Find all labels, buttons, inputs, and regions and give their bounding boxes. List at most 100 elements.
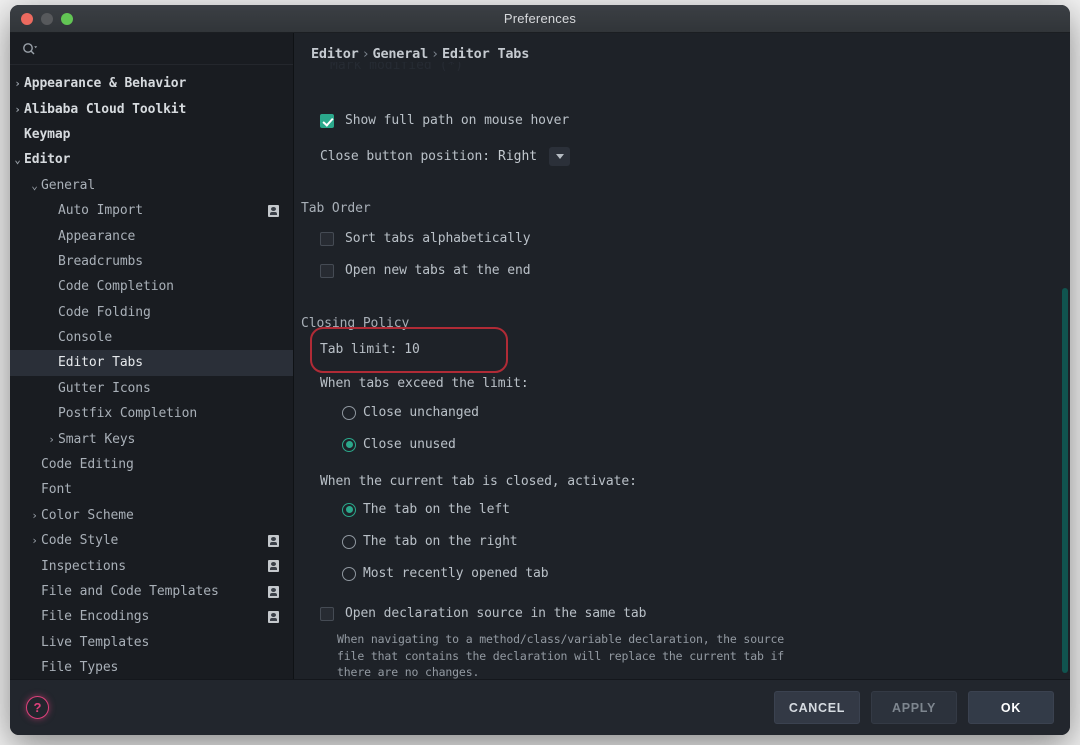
sidebar-item-editor[interactable]: ⌄Editor	[10, 147, 293, 172]
tab-limit-row[interactable]: Tab limit: 10	[320, 342, 420, 357]
help-icon[interactable]: ?	[26, 696, 49, 719]
sidebar-item-label: Appearance	[58, 229, 279, 244]
vertical-scrollbar[interactable]	[1062, 288, 1068, 673]
sidebar-item-file-encodings[interactable]: File Encodings	[10, 604, 293, 629]
close-button-position-row[interactable]: Close button position: Right	[320, 147, 570, 166]
sidebar-item-breadcrumbs[interactable]: Breadcrumbs	[10, 249, 293, 274]
sidebar-item-file-and-code-templates[interactable]: File and Code Templates	[10, 579, 293, 604]
search-input[interactable]	[46, 41, 281, 57]
tab-limit-label: Tab limit:	[320, 342, 397, 357]
ok-button[interactable]: OK	[968, 691, 1054, 724]
project-scope-icon	[268, 560, 279, 572]
most-recently-opened-row[interactable]: Most recently opened tab	[342, 566, 548, 581]
project-scope-icon	[268, 205, 279, 217]
minimize-button[interactable]	[41, 13, 53, 25]
sidebar-item-smart-keys[interactable]: ›Smart Keys	[10, 426, 293, 451]
most-recently-opened-radio[interactable]	[342, 567, 356, 581]
sidebar-item-font[interactable]: Font	[10, 477, 293, 502]
sidebar-item-file-types[interactable]: File Types	[10, 655, 293, 679]
sort-tabs-alphabetically-checkbox[interactable]	[320, 232, 334, 246]
sidebar-item-label: Live Templates	[41, 635, 279, 650]
sidebar-item-appearance-behavior[interactable]: ›Appearance & Behavior	[10, 71, 293, 96]
sidebar-item-label: Code Style	[41, 533, 268, 548]
open-new-tabs-at-end-label: Open new tabs at the end	[345, 263, 530, 278]
settings-scroll-area: Mark modified (*) Show full path on mous…	[294, 61, 1070, 679]
zoom-button[interactable]	[61, 13, 73, 25]
close-unused-radio[interactable]	[342, 438, 356, 452]
apply-button[interactable]: APPLY	[871, 691, 957, 724]
sidebar-item-gutter-icons[interactable]: Gutter Icons	[10, 376, 293, 401]
open-declaration-label: Open declaration source in the same tab	[345, 606, 646, 621]
sidebar-item-editor-tabs[interactable]: Editor Tabs	[10, 350, 293, 375]
chevron-right-icon[interactable]: ›	[11, 104, 24, 115]
clipped-row-above: Mark modified (*)	[330, 61, 463, 73]
sidebar-item-inspections[interactable]: Inspections	[10, 553, 293, 578]
close-unused-row[interactable]: Close unused	[342, 437, 456, 452]
close-unchanged-radio[interactable]	[342, 406, 356, 420]
open-declaration-row[interactable]: Open declaration source in the same tab	[320, 606, 646, 621]
dialog-footer: ? CANCEL APPLY OK	[10, 679, 1070, 735]
cancel-button[interactable]: CANCEL	[774, 691, 860, 724]
sidebar-item-general[interactable]: ⌄General	[10, 173, 293, 198]
breadcrumb-level-2[interactable]: General	[373, 46, 429, 62]
sidebar-item-alibaba-cloud-toolkit[interactable]: ›Alibaba Cloud Toolkit	[10, 96, 293, 121]
sidebar-item-label: Appearance & Behavior	[24, 76, 279, 91]
tab-limit-value[interactable]: 10	[404, 342, 419, 357]
chevron-right-icon[interactable]: ›	[28, 535, 41, 546]
close-button-position-dropdown[interactable]: Right	[498, 147, 570, 166]
open-new-tabs-at-end-checkbox[interactable]	[320, 264, 334, 278]
chevron-right-icon[interactable]: ›	[45, 434, 58, 445]
sidebar-item-label: Smart Keys	[58, 432, 279, 447]
chevron-down-icon[interactable]	[549, 147, 570, 166]
show-full-path-row[interactable]: Show full path on mouse hover	[320, 113, 569, 128]
breadcrumb-level-1[interactable]: Editor	[311, 46, 359, 62]
chevron-right-icon[interactable]: ›	[11, 78, 24, 89]
sidebar-item-auto-import[interactable]: Auto Import	[10, 198, 293, 223]
tab-on-right-radio[interactable]	[342, 535, 356, 549]
sidebar-item-label: Code Folding	[58, 305, 279, 320]
tab-on-left-radio[interactable]	[342, 503, 356, 517]
sort-tabs-alphabetically-row[interactable]: Sort tabs alphabetically	[320, 231, 530, 246]
close-unchanged-row[interactable]: Close unchanged	[342, 405, 479, 420]
most-recently-opened-label: Most recently opened tab	[363, 566, 548, 581]
settings-sidebar: ›Appearance & Behavior›Alibaba Cloud Too…	[10, 33, 294, 679]
settings-tree[interactable]: ›Appearance & Behavior›Alibaba Cloud Too…	[10, 65, 293, 679]
screenshot-root: Preferences ›Appearance & Behavior›Aliba…	[0, 0, 1080, 745]
tab-on-right-row[interactable]: The tab on the right	[342, 534, 518, 549]
breadcrumb-separator-2: ›	[428, 46, 442, 62]
sidebar-item-console[interactable]: Console	[10, 325, 293, 350]
sidebar-item-label: Code Editing	[41, 457, 279, 472]
sort-tabs-alphabetically-label: Sort tabs alphabetically	[345, 231, 530, 246]
closing-policy-heading: Closing Policy	[301, 316, 409, 331]
tab-on-left-row[interactable]: The tab on the left	[342, 502, 510, 517]
sidebar-item-keymap[interactable]: Keymap	[10, 122, 293, 147]
sidebar-item-code-style[interactable]: ›Code Style	[10, 528, 293, 553]
sidebar-item-label: File Encodings	[41, 609, 268, 624]
search-row[interactable]	[10, 33, 293, 65]
sidebar-item-postfix-completion[interactable]: Postfix Completion	[10, 401, 293, 426]
breadcrumb-separator-1: ›	[359, 46, 373, 62]
window-titlebar: Preferences	[10, 5, 1070, 33]
description-line-1: When navigating to a method/class/variab…	[337, 631, 784, 648]
breadcrumb: Editor›General›Editor Tabs	[311, 46, 537, 62]
chevron-down-icon[interactable]: ⌄	[28, 180, 41, 191]
close-button[interactable]	[21, 13, 33, 25]
sidebar-item-label: General	[41, 178, 279, 193]
sidebar-item-appearance[interactable]: Appearance	[10, 223, 293, 248]
sidebar-item-code-completion[interactable]: Code Completion	[10, 274, 293, 299]
chevron-down-icon[interactable]: ⌄	[11, 154, 24, 165]
sidebar-item-label: Console	[58, 330, 279, 345]
sidebar-item-live-templates[interactable]: Live Templates	[10, 630, 293, 655]
project-scope-icon	[268, 535, 279, 547]
sidebar-item-code-folding[interactable]: Code Folding	[10, 300, 293, 325]
chevron-right-icon[interactable]: ›	[28, 510, 41, 521]
open-new-tabs-at-end-row[interactable]: Open new tabs at the end	[320, 263, 530, 278]
project-scope-icon	[268, 586, 279, 598]
show-full-path-checkbox[interactable]	[320, 114, 334, 128]
sidebar-item-color-scheme[interactable]: ›Color Scheme	[10, 503, 293, 528]
project-scope-icon	[268, 611, 279, 623]
open-declaration-checkbox[interactable]	[320, 607, 334, 621]
show-full-path-label: Show full path on mouse hover	[345, 113, 569, 128]
sidebar-item-code-editing[interactable]: Code Editing	[10, 452, 293, 477]
tab-order-heading: Tab Order	[301, 201, 371, 216]
